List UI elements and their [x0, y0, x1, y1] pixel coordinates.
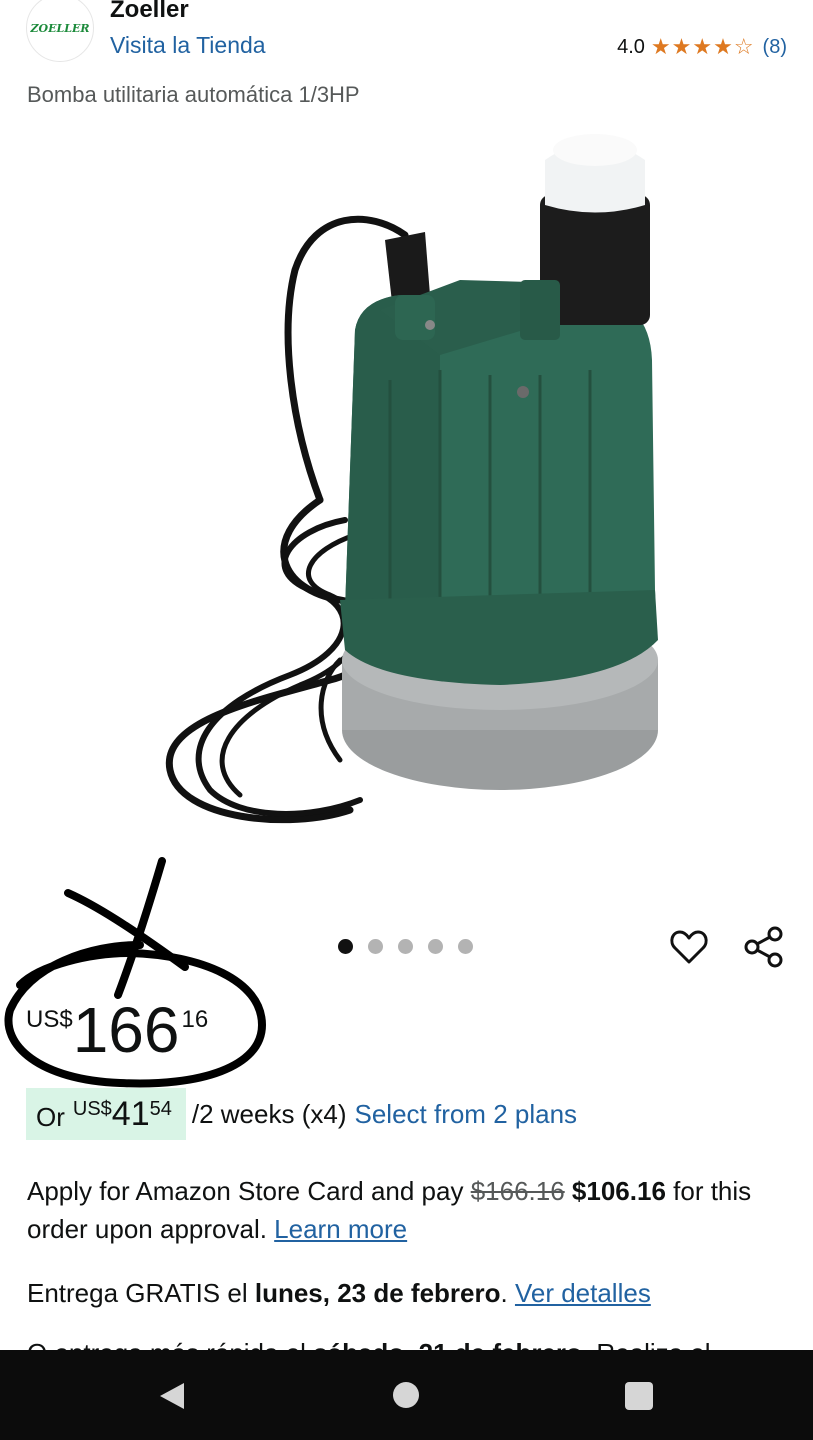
brand-name: Zoeller — [110, 0, 189, 23]
delivery-date: lunes, 23 de febrero — [254, 1278, 501, 1308]
carousel-dot[interactable] — [458, 939, 473, 954]
price-fraction: 16 — [181, 1006, 209, 1033]
installment-currency: US$ — [72, 1098, 112, 1120]
rating-stars-icon: ★★★★☆ — [650, 34, 755, 59]
delivery-prefix: Entrega GRATIS el — [27, 1278, 255, 1308]
product-image[interactable] — [140, 120, 680, 850]
installment-badge: Or US$ 41 54 — [26, 1088, 186, 1140]
learn-more-link[interactable]: Learn more — [274, 1214, 407, 1244]
select-plans-link[interactable]: Select from 2 plans — [354, 1099, 577, 1130]
faster-delivery-date: sábado, 21 de febrero — [313, 1338, 582, 1350]
visit-store-link[interactable]: Visita la Tienda — [110, 32, 266, 59]
brand-logo-text: ZOELLER — [30, 21, 90, 35]
carousel-dot[interactable] — [398, 939, 413, 954]
recent-apps-icon[interactable] — [625, 1382, 653, 1410]
installment-or: Or — [36, 1102, 65, 1132]
delivery-info: Entrega GRATIS el lunes, 23 de febrero. … — [27, 1274, 651, 1312]
faster-delivery-suffix: . Realiza el — [582, 1338, 711, 1350]
product-title: Bomba utilitaria automática 1/3HP — [27, 82, 360, 107]
installment-term: /2 weeks (x4) — [191, 1098, 347, 1129]
price: US$ 166 16 — [26, 998, 208, 1062]
store-card-offer: Apply for Amazon Store Card and pay $166… — [27, 1172, 787, 1248]
price-currency: US$ — [26, 1006, 73, 1033]
store-card-new-price: $106.16 — [571, 1176, 666, 1206]
back-icon[interactable] — [156, 1380, 188, 1412]
image-carousel-dots[interactable] — [338, 939, 473, 954]
carousel-dot[interactable] — [428, 939, 443, 954]
brand-logo[interactable]: ZOELLER — [26, 0, 94, 62]
rating-value: 4.0 — [617, 35, 645, 58]
store-card-old-price: $166.16 — [470, 1176, 565, 1206]
rating[interactable]: 4.0 ★★★★☆ (8) — [617, 34, 787, 60]
share-icon[interactable] — [742, 924, 786, 970]
installment-row: Or US$ 41 54 /2 weeks (x4) Select from 2… — [26, 1088, 577, 1140]
store-card-text: Apply for Amazon Store Card and pay — [27, 1176, 471, 1206]
home-icon[interactable] — [393, 1382, 419, 1408]
faster-delivery-prefix: O entrega más rápida el — [27, 1338, 313, 1350]
price-whole: 166 — [72, 994, 180, 1066]
delivery-details-link[interactable]: Ver detalles — [515, 1278, 651, 1308]
installment-whole: 41 — [111, 1095, 150, 1133]
rating-count[interactable]: (8) — [763, 36, 787, 59]
delivery-suffix: . — [500, 1278, 515, 1308]
carousel-dot[interactable] — [338, 939, 353, 954]
installment-fraction: 54 — [149, 1098, 172, 1120]
faster-delivery-info: O entrega más rápida el sábado, 21 de fe… — [27, 1334, 787, 1350]
carousel-dot[interactable] — [368, 939, 383, 954]
wishlist-heart-icon[interactable] — [667, 925, 711, 969]
